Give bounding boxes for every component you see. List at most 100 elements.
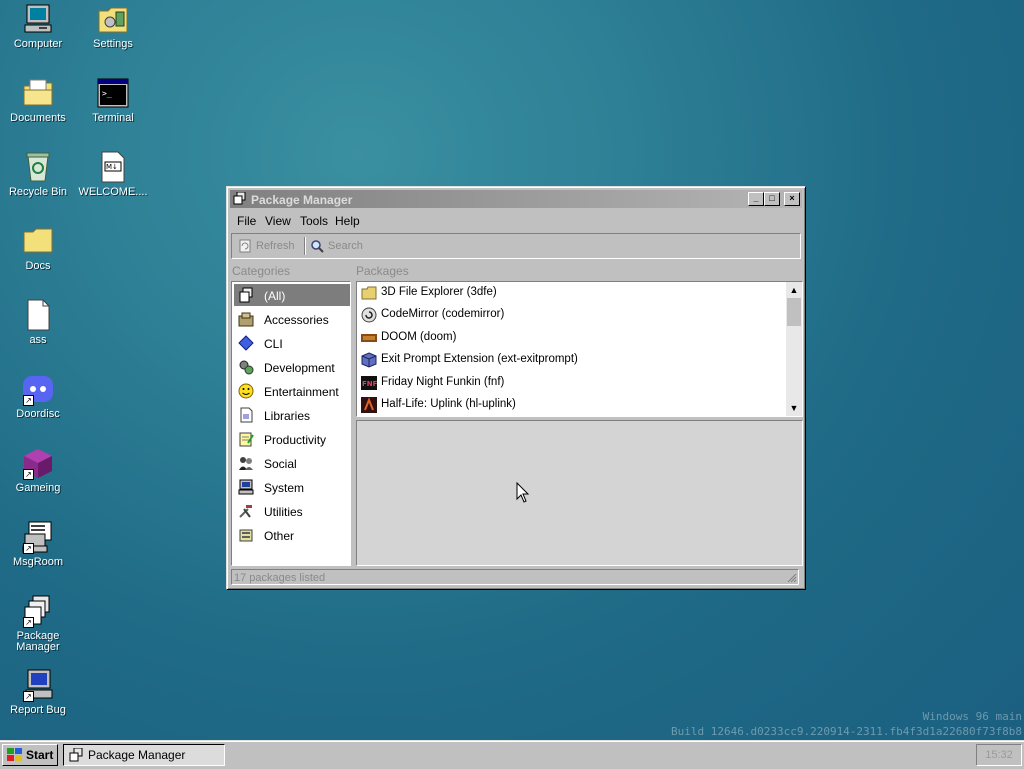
category-entertainment[interactable]: Entertainment — [234, 380, 350, 402]
desktop-icon-terminal[interactable]: >_ Terminal — [75, 76, 151, 124]
desktop-icon-msgroom[interactable]: ↗ MsgRoom — [0, 520, 76, 568]
start-logo-icon — [7, 748, 22, 761]
package-icon — [239, 287, 253, 303]
taskbar-clock: 15:32 — [976, 744, 1022, 766]
category-label: Development — [264, 361, 335, 375]
build-watermark-line2: Build 12646.d0233cc9.220914-2311.fb4f3d1… — [671, 725, 1022, 738]
category-cli[interactable]: CLI — [234, 332, 350, 354]
desktop-icon-recycle-bin[interactable]: Recycle Bin — [0, 150, 76, 198]
package-item-ext-exitprompt[interactable]: Exit Prompt Extension (ext-exitprompt) — [359, 349, 779, 371]
packages-header: Packages — [356, 264, 409, 278]
category-development[interactable]: Development — [234, 356, 350, 378]
category-label: Social — [264, 457, 297, 471]
tools-icon — [239, 505, 252, 518]
category-label: Libraries — [264, 409, 311, 423]
desktop-icon-label: Documents — [10, 112, 66, 124]
categories-header: Categories — [232, 264, 291, 278]
category-label: Productivity — [264, 433, 327, 447]
toolbar-separator — [304, 237, 306, 255]
package-item-hl-uplink[interactable]: Half-Life: Uplink (hl-uplink) — [359, 394, 779, 416]
desktop-icon-computer[interactable]: Computer — [0, 2, 76, 50]
desktop-icon-package-manager[interactable]: ↗ Package Manager — [0, 594, 76, 653]
desktop-icon-welcome[interactable]: M↓ WELCOME.... — [75, 150, 151, 198]
scroll-up-arrow[interactable]: ▲ — [786, 282, 802, 298]
desktop-icon-gameing[interactable]: ↗ Gameing — [0, 446, 76, 494]
desktop-icon-docs[interactable]: Docs — [0, 224, 76, 272]
status-bar: 17 packages listed — [231, 569, 799, 585]
category-utilities[interactable]: Utilities — [234, 500, 350, 522]
category-accessories[interactable]: Accessories — [234, 308, 350, 330]
package-label: Friday Night Funkin (fnf) — [381, 376, 505, 388]
scroll-thumb[interactable] — [787, 298, 801, 326]
window-title: Package Manager — [251, 193, 353, 207]
desktop-icon-doordisc[interactable]: ↗ Doordisc — [0, 372, 76, 420]
toolbar: Refresh Search — [231, 233, 801, 259]
shortcut-arrow-icon: ↗ — [23, 395, 34, 406]
build-watermark-line1: Windows 96 main — [922, 710, 1022, 723]
category-productivity[interactable]: Productivity — [234, 428, 350, 450]
package-manager-icon — [69, 748, 83, 762]
taskbar: Start Package Manager 15:32 — [0, 740, 1024, 769]
svg-text:>_: >_ — [102, 89, 112, 98]
refresh-icon — [239, 239, 251, 253]
package-item-doom[interactable]: DOOM (doom) — [359, 327, 779, 349]
terminal-icon: >_ — [97, 78, 129, 108]
desktop-icon-ass[interactable]: ass — [0, 298, 76, 346]
menu-view[interactable]: View — [265, 214, 291, 228]
menu-bar: File View Tools Help — [230, 210, 802, 230]
minimize-button[interactable]: _ — [748, 192, 764, 206]
search-icon — [311, 240, 324, 253]
category-other[interactable]: Other — [234, 524, 350, 546]
markdown-badge: M↓ — [106, 163, 118, 171]
desktop-icon-documents[interactable]: Documents — [0, 76, 76, 124]
shortcut-arrow-icon: ↗ — [23, 543, 34, 554]
blank-file-icon — [27, 299, 50, 331]
start-button[interactable]: Start — [2, 744, 58, 766]
category-all[interactable]: (All) — [234, 284, 350, 306]
package-item-codemirror[interactable]: CodeMirror (codemirror) — [359, 304, 779, 326]
maximize-button[interactable]: □ — [764, 192, 780, 206]
desktop-icon-label: Settings — [93, 38, 133, 50]
computer-icon — [238, 479, 254, 495]
desktop-icon-report-bug[interactable]: ↗ Report Bug — [0, 668, 76, 716]
folder-icon — [361, 286, 377, 300]
category-libraries[interactable]: Libraries — [234, 404, 350, 426]
category-system[interactable]: System — [234, 476, 350, 498]
window-titlebar[interactable]: Package Manager _ □ × — [230, 190, 802, 208]
svg-text:FNF: FNF — [362, 380, 377, 388]
close-button[interactable]: × — [784, 192, 800, 206]
notepad-icon — [239, 432, 254, 447]
resize-grip-icon[interactable] — [785, 571, 797, 583]
package-item-3dfe[interactable]: 3D File Explorer (3dfe) — [359, 282, 779, 304]
mouse-cursor-icon — [516, 482, 530, 503]
settings-icon — [98, 7, 128, 33]
packages-scrollbar[interactable]: ▲ ▼ — [786, 282, 802, 416]
menu-help[interactable]: Help — [335, 214, 360, 228]
menu-file[interactable]: File — [237, 214, 256, 228]
fnf-icon: FNF — [361, 376, 377, 390]
people-icon — [239, 457, 253, 470]
desktop-icon-label: Terminal — [92, 112, 134, 124]
search-label: Search — [328, 240, 363, 252]
desktop-icon-settings[interactable]: Settings — [75, 2, 151, 50]
category-label: Utilities — [264, 505, 303, 519]
package-manager-window[interactable]: Package Manager _ □ × File View Tools He… — [226, 186, 806, 590]
desktop-icon-label: WELCOME.... — [78, 186, 148, 198]
shortcut-arrow-icon: ↗ — [23, 617, 34, 628]
markdown-file-icon: M↓ — [101, 151, 125, 183]
package-item-fnf[interactable]: FNF Friday Night Funkin (fnf) — [359, 372, 779, 394]
category-label: CLI — [264, 337, 283, 351]
extension-cube-icon — [361, 352, 377, 368]
taskbar-item-package-manager[interactable]: Package Manager — [63, 744, 225, 766]
desktop-icon-label: MsgRoom — [12, 556, 64, 568]
search-button[interactable]: Search — [308, 237, 363, 255]
menu-tools[interactable]: Tools — [300, 214, 328, 228]
category-social[interactable]: Social — [234, 452, 350, 474]
refresh-button[interactable]: Refresh — [236, 237, 295, 255]
scroll-down-arrow[interactable]: ▼ — [786, 400, 802, 416]
package-label: 3D File Explorer (3dfe) — [381, 286, 497, 298]
doom-icon — [361, 334, 377, 342]
codemirror-icon — [361, 307, 377, 323]
status-text: 17 packages listed — [234, 572, 326, 584]
packages-list: 3D File Explorer (3dfe) CodeMirror (code… — [356, 281, 803, 417]
